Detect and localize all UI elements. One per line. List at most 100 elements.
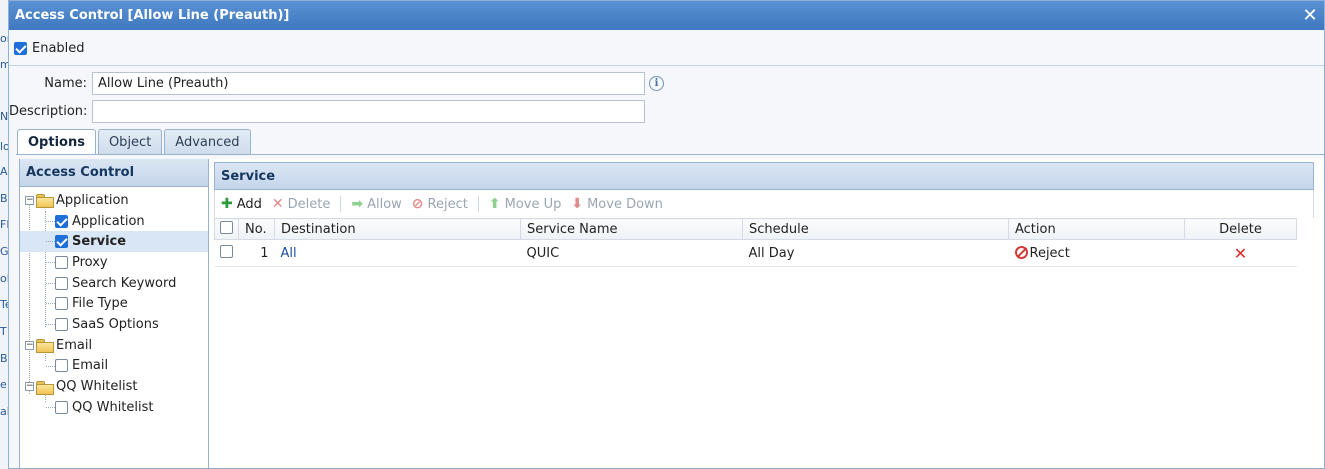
row-delete-cell: ✕ — [1184, 239, 1297, 267]
arrow-right-icon: ➡ — [351, 196, 364, 212]
select-all-checkbox[interactable] — [220, 220, 233, 234]
tree-connector — [46, 324, 55, 326]
service-checkbox[interactable] — [55, 235, 68, 249]
file-type-checkbox[interactable] — [55, 297, 68, 311]
tree-connector — [46, 406, 55, 408]
select-all-cell — [214, 218, 239, 240]
bg-fragment: N — [0, 110, 9, 123]
tree-item-file-type[interactable]: File Type — [20, 293, 208, 314]
column-header-service-name[interactable]: Service Name — [520, 218, 743, 240]
plus-icon: ✚ — [221, 196, 233, 212]
arrow-up-icon: ⬆ — [488, 196, 501, 212]
tree-item-label: Service — [72, 234, 127, 250]
column-header-schedule[interactable]: Schedule — [742, 218, 1009, 240]
add-label: Add — [236, 196, 262, 212]
tab-object[interactable]: Object — [97, 129, 163, 154]
collapse-icon[interactable]: − — [25, 340, 34, 350]
access-control-header: Access Control — [20, 159, 208, 187]
tree-item-label: Search Keyword — [72, 275, 177, 291]
description-input[interactable] — [92, 100, 645, 123]
tree-connector — [46, 303, 55, 305]
access-control-panel: Access Control − Application Application… — [20, 159, 209, 468]
tree-connector — [46, 220, 55, 222]
row-checkbox[interactable] — [219, 244, 233, 258]
dialog-titlebar[interactable]: Access Control [Allow Line (Preauth)] ✕ — [9, 1, 1324, 30]
reject-button[interactable]: ⊘ Reject — [412, 196, 468, 212]
reject-icon — [1014, 245, 1028, 259]
info-icon[interactable]: i — [649, 76, 664, 91]
close-icon[interactable]: ✕ — [1302, 6, 1318, 24]
tree-item-saas-options[interactable]: SaaS Options — [20, 314, 208, 335]
column-header-delete[interactable]: Delete — [1184, 218, 1297, 240]
move-up-label: Move Up — [504, 196, 562, 212]
tree-item-service[interactable]: Service — [20, 231, 208, 253]
arrow-down-icon: ⬇ — [571, 196, 584, 212]
service-header: Service — [214, 162, 1314, 190]
collapse-icon[interactable]: − — [25, 382, 34, 392]
row-service-name: QUIC — [520, 239, 743, 267]
tree-item-label: Proxy — [72, 254, 108, 270]
delete-button[interactable]: ✕ Delete — [272, 196, 330, 212]
description-label: Description: — [9, 104, 88, 119]
proxy-checkbox[interactable] — [55, 255, 68, 269]
saas-options-checkbox[interactable] — [55, 317, 68, 331]
enabled-checkbox[interactable] — [14, 42, 27, 55]
bg-fragment: e — [0, 378, 7, 391]
table-row[interactable]: 1 All QUIC All Day Reject ✕ — [214, 239, 1297, 267]
tree-item-label: File Type — [72, 296, 128, 312]
dialog-title: Access Control [Allow Line (Preauth)] — [15, 8, 290, 23]
tree-item-search-keyword[interactable]: Search Keyword — [20, 273, 208, 294]
tree-item-application[interactable]: Application — [20, 211, 208, 232]
reject-label: Reject — [427, 196, 468, 212]
tree-connector — [46, 282, 55, 284]
name-label: Name: — [44, 76, 87, 91]
access-control-tree: − Application Application Service Proxy … — [20, 187, 208, 418]
application-checkbox[interactable] — [55, 214, 68, 228]
tab-advanced[interactable]: Advanced — [164, 129, 251, 154]
move-down-label: Move Down — [587, 196, 663, 212]
column-header-destination[interactable]: Destination — [274, 218, 521, 240]
service-panel: Service ✚ Add ✕ Delete ➡ Allow ⊘ Reject … — [209, 159, 1324, 468]
tree-item-label: SaaS Options — [72, 316, 159, 332]
options-panel: Access Control − Application Application… — [19, 159, 1324, 468]
destination-link[interactable]: All — [281, 246, 297, 261]
bg-fragment: T — [0, 325, 7, 338]
tree-folder-label: Email — [56, 337, 93, 353]
row-select-cell — [214, 239, 239, 267]
name-row: Name: Allow Line (Preauth) i — [9, 72, 664, 95]
name-input[interactable]: Allow Line (Preauth) — [92, 72, 645, 95]
row-action-cell[interactable]: Reject — [1008, 239, 1185, 267]
collapse-icon[interactable]: − — [25, 195, 34, 205]
access-control-dialog: Access Control [Allow Line (Preauth)] ✕ … — [8, 0, 1325, 469]
delete-row-icon[interactable]: ✕ — [1234, 244, 1247, 263]
move-up-button[interactable]: ⬆ Move Up — [489, 196, 562, 212]
tab-divider — [16, 154, 1324, 155]
email-checkbox[interactable] — [55, 359, 68, 373]
tree-item-label: Application — [72, 213, 145, 229]
add-button[interactable]: ✚ Add — [221, 196, 262, 212]
tree-item-proxy[interactable]: Proxy — [20, 252, 208, 273]
tree-connector — [46, 365, 55, 367]
qq-whitelist-checkbox[interactable] — [55, 400, 68, 414]
tree-item-qq-whitelist[interactable]: QQ Whitelist — [20, 397, 208, 418]
tree-item-email[interactable]: Email — [20, 356, 208, 377]
grid-header-row: No. Destination Service Name Schedule Ac… — [214, 218, 1297, 240]
tree-folder-application[interactable]: − Application — [20, 190, 208, 211]
description-row: Description: — [9, 100, 645, 123]
search-keyword-checkbox[interactable] — [55, 276, 68, 290]
tree-item-label: Email — [72, 358, 109, 374]
row-action: Reject — [1029, 245, 1070, 261]
column-header-no[interactable]: No. — [238, 218, 275, 240]
allow-label: Allow — [367, 196, 402, 212]
allow-button[interactable]: ➡ Allow — [351, 196, 401, 212]
divider — [9, 65, 1324, 66]
dialog-content: Enabled Name: Allow Line (Preauth) i Des… — [9, 30, 1324, 468]
tab-options[interactable]: Options — [17, 129, 96, 155]
move-down-button[interactable]: ⬇ Move Down — [571, 196, 663, 212]
tree-folder-qq-whitelist[interactable]: − QQ Whitelist — [20, 376, 208, 397]
column-header-action[interactable]: Action — [1008, 218, 1185, 240]
service-grid: No. Destination Service Name Schedule Ac… — [214, 218, 1297, 267]
tree-folder-email[interactable]: − Email — [20, 335, 208, 356]
toolbar-separator — [477, 196, 479, 212]
tree-folder-label: Application — [56, 192, 129, 208]
